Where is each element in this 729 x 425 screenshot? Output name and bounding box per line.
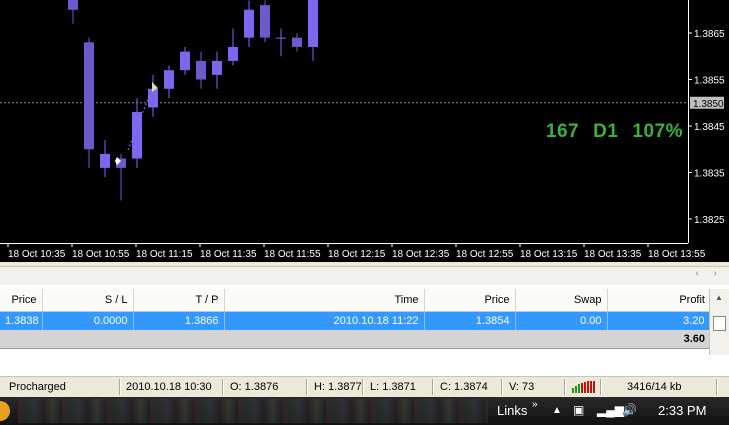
terminal-horizontal-scroll[interactable]: ‹ › (0, 266, 729, 285)
candle-body (148, 88, 158, 108)
overlay-timeframe: D1 (593, 121, 619, 142)
candle-body (308, 0, 318, 47)
overlay-percent: 107% (632, 121, 683, 142)
time-tick-label: 18 Oct 12:15 (328, 249, 386, 260)
time-tick-label: 18 Oct 11:55 (264, 249, 321, 260)
time-tick-label: 18 Oct 11:35 (200, 249, 257, 260)
chart-overlay-label: 167 D1 107% (546, 121, 683, 143)
links-toolbar[interactable]: Links (497, 403, 527, 418)
overlay-value-a: 167 (545, 121, 580, 142)
candle-body (100, 153, 110, 168)
table-row[interactable]: 1.3838 0.0000 1.3866 2010.10.18 11:22 1.… (0, 311, 711, 330)
time-tick-label: 18 Oct 13:15 (520, 249, 578, 260)
candle-body (292, 37, 302, 47)
scroll-arrows-icon[interactable]: ‹ › (696, 268, 723, 279)
cell-price: 1.3838 (0, 311, 43, 330)
status-close: C: 1.3874 (440, 381, 488, 393)
col-swap[interactable]: Swap (515, 289, 608, 312)
time-tick-label: 18 Oct 12:35 (392, 249, 450, 260)
time-tick-label: 18 Oct 12:55 (456, 249, 514, 260)
volume-icon[interactable]: 🔊 (622, 403, 637, 417)
price-tick-label: 1.3855 (694, 76, 725, 87)
candle-body (212, 60, 222, 75)
windows-taskbar: Links » ▲ ▣ ▂▄▆ 🔊 2:33 PM (0, 397, 729, 425)
status-open: O: 1.3876 (230, 381, 279, 393)
status-traffic: 3416/14 kb (627, 381, 682, 393)
col-tp[interactable]: T / P (133, 289, 225, 312)
network-device-icon[interactable]: ▣ (573, 403, 584, 417)
cell-profit: 3.20 (607, 311, 711, 330)
candle-body (228, 46, 238, 61)
price-chart[interactable]: 1.3865 1.3855 1.3845 1.3835 1.3825 1.3850 18 O… (0, 0, 729, 262)
col-time[interactable]: Time (224, 289, 425, 312)
status-volume: V: 73 (509, 381, 535, 393)
cell-time: 2010.10.18 11:22 (224, 311, 425, 330)
status-profile: Procharged (9, 381, 66, 393)
time-tick-label: 18 Oct 10:35 (8, 249, 66, 260)
price-tick-label: 1.3865 (694, 29, 725, 40)
candle-body (276, 37, 286, 39)
candle-body (260, 5, 270, 38)
terminal-panel: Price S / L T / P Time Price Swap Profit… (0, 289, 729, 355)
price-tick-label: 1.3835 (694, 169, 725, 180)
time-tick-label: 18 Oct 11:15 (136, 249, 193, 260)
status-bar: Procharged 2010.10.18 10:30 O: 1.3876 H:… (0, 376, 729, 397)
status-high: H: 1.3877 (314, 381, 362, 393)
current-price-label: 1.3850 (693, 99, 724, 110)
col-profit[interactable]: Profit (607, 289, 710, 312)
trade-table: Price S / L T / P Time Price Swap Profit… (0, 289, 711, 349)
candle-body (180, 51, 190, 71)
time-tick-label: 18 Oct 13:55 (648, 249, 706, 260)
cell-current-price: 1.3854 (424, 311, 516, 330)
cell-swap: 0.00 (515, 311, 608, 330)
cell-sl: 0.0000 (42, 311, 134, 330)
summary-row: 3.60 (0, 330, 710, 349)
price-tick-label: 1.3845 (694, 122, 725, 133)
signal-strength-icon[interactable]: ▂▄▆ (597, 403, 624, 417)
candle-body (244, 9, 254, 38)
col-current-price[interactable]: Price (424, 289, 516, 312)
table-header: Price S / L T / P Time Price Swap Profit (0, 289, 710, 312)
status-low: L: 1.3871 (370, 381, 416, 393)
cell-tp: 1.3866 (133, 311, 225, 330)
summary-profit: 3.60 (607, 330, 710, 349)
terminal-vertical-scrollbar[interactable]: ▲ (709, 289, 729, 355)
candle-body (84, 42, 94, 150)
col-price[interactable]: Price (0, 289, 43, 312)
col-sl[interactable]: S / L (42, 289, 134, 312)
candle-body (196, 60, 206, 80)
links-chevron-icon[interactable]: » (532, 399, 538, 410)
start-button[interactable] (0, 401, 10, 421)
time-tick-label: 18 Oct 13:35 (584, 249, 642, 260)
time-tick-label: 18 Oct 10:55 (72, 249, 130, 260)
candle-body (164, 70, 174, 89)
price-tick-label: 1.3825 (694, 215, 725, 226)
status-datetime: 2010.10.18 10:30 (126, 381, 212, 393)
scroll-thumb[interactable] (713, 316, 726, 331)
scroll-up-icon[interactable]: ▲ (715, 293, 723, 302)
system-clock[interactable]: 2:33 PM (658, 403, 706, 418)
show-hidden-icons-icon[interactable]: ▲ (552, 405, 562, 416)
taskbar-buttons[interactable] (18, 399, 488, 423)
candle-body (68, 0, 78, 10)
